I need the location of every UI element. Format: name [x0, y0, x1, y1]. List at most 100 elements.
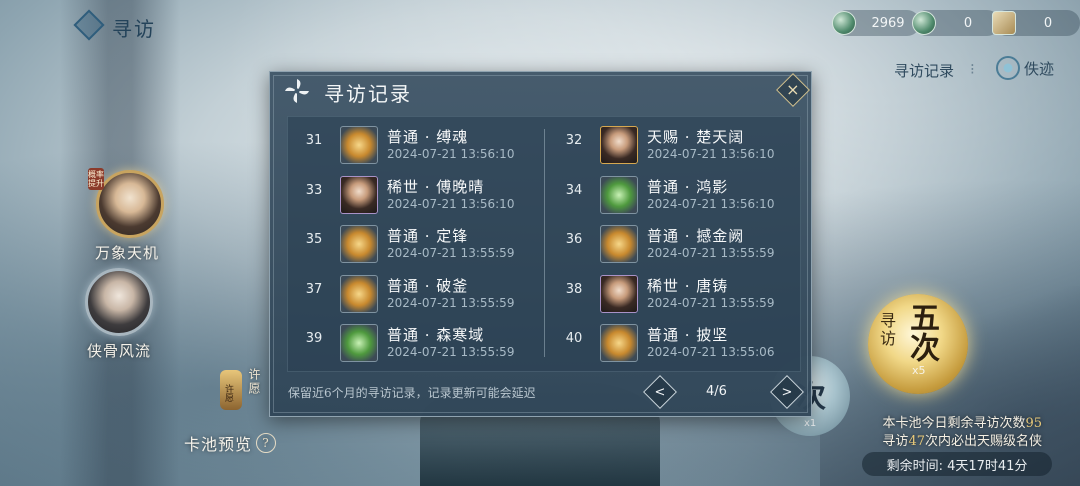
guarantee-prefix: 寻访 — [882, 434, 909, 449]
prev-page-button[interactable]: < — [643, 375, 677, 409]
record-row: 31 普通 · 缚魂 2024-07-21 13:56:10 — [288, 123, 538, 164]
top-bar: 寻访 2969 0 0 — [0, 0, 1080, 52]
record-number: 34 — [565, 182, 583, 198]
record-time: 2024-07-21 13:56:10 — [647, 147, 775, 161]
character-portrait-icon[interactable] — [600, 274, 638, 313]
record-time: 2024-07-21 13:56:10 — [387, 147, 515, 161]
record-name: 普通 · 破釜 — [387, 276, 469, 295]
seek-five-big-label: 五次 — [904, 302, 939, 362]
record-name: 普通 · 披坚 — [647, 326, 729, 344]
record-number: 32 — [565, 133, 583, 148]
currency-jade[interactable]: 2969 — [832, 10, 920, 36]
record-row: 38 稀世 · 唐铸 2024-07-21 13:55:59 — [548, 272, 798, 313]
martial-art-item-icon[interactable] — [340, 324, 378, 362]
currency-value: 2969 — [871, 15, 905, 31]
record-name: 普通 · 撼金阙 — [647, 227, 745, 245]
record-name: 天赐 · 楚天阔 — [647, 128, 745, 146]
martial-art-item-icon[interactable] — [340, 274, 378, 313]
remaining-seeks-text: 本卡池今日剩余寻访次数95 — [882, 412, 1042, 431]
probability-up-tag: 概率提升 — [88, 168, 104, 190]
currency-value: 0 — [963, 15, 973, 31]
pool-preview-button[interactable]: 卡池预览 ? — [184, 431, 277, 455]
record-name: 普通 · 森寒域 — [387, 326, 485, 344]
seek-five-button[interactable]: 寻访 五次 x5 — [868, 294, 968, 394]
record-name: 稀世 · 傅晚晴 — [387, 177, 485, 196]
dialog-header: 寻访记录 × — [270, 72, 811, 110]
record-row: 33 稀世 · 傅晚晴 2024-07-21 13:56:10 — [288, 173, 538, 214]
pool-label: 侠骨风流 — [86, 342, 151, 360]
record-number: 39 — [305, 331, 323, 346]
record-number: 36 — [565, 232, 583, 247]
jade-coin-icon — [832, 11, 856, 35]
wish-label: 许愿 — [247, 368, 261, 396]
record-number: 33 — [305, 182, 323, 198]
record-number: 38 — [565, 281, 583, 297]
page-indicator: 4/6 — [706, 384, 727, 399]
dialog-title: 寻访记录 — [324, 82, 412, 106]
record-row: 35 普通 · 定锋 2024-07-21 13:55:59 — [288, 222, 538, 263]
record-number: 35 — [305, 232, 323, 247]
record-time: 2024-07-21 13:55:59 — [387, 246, 515, 260]
record-time: 2024-07-21 13:56:10 — [387, 196, 515, 211]
lost-traces-button[interactable]: 佚迹 — [996, 56, 1054, 80]
next-page-button[interactable]: > — [770, 375, 804, 409]
help-icon: ? — [256, 433, 277, 453]
record-name: 普通 · 鸿影 — [647, 177, 729, 196]
eye-icon — [996, 56, 1020, 80]
record-time: 2024-07-21 13:55:06 — [647, 345, 775, 359]
pinwheel-icon — [285, 79, 309, 103]
record-time: 2024-07-21 13:55:59 — [647, 246, 775, 260]
green-coin-icon — [912, 11, 936, 35]
martial-art-item-icon[interactable] — [600, 324, 638, 362]
lantern-text: 许愿 — [223, 384, 233, 402]
separator: ⁝ — [970, 60, 975, 78]
record-list: 31 普通 · 缚魂 2024-07-21 13:56:10 32 天赐 · 楚天阔 20… — [287, 116, 801, 372]
close-button[interactable]: × — [776, 73, 810, 107]
record-row: 37 普通 · 破釜 2024-07-21 13:55:59 — [288, 272, 538, 313]
seek-five-count: x5 — [912, 364, 926, 377]
record-time: 2024-07-21 13:55:59 — [647, 295, 775, 310]
back-diamond-icon — [73, 9, 105, 41]
character-portrait-icon[interactable] — [340, 175, 378, 214]
page-title: 寻访 — [112, 17, 156, 41]
wish-button[interactable]: 许愿 许愿 — [218, 366, 270, 418]
pool-wanxiang[interactable]: 概率提升 万象天机 — [82, 168, 172, 263]
record-number: 40 — [565, 331, 583, 346]
record-name: 普通 · 缚魂 — [387, 128, 469, 146]
pool-avatar — [96, 170, 164, 238]
record-time: 2024-07-21 13:56:10 — [647, 196, 775, 211]
seek-record-dialog: 寻访记录 × 31 普通 · 缚魂 2024-07-21 13:56:10 32 天赐 … — [269, 71, 812, 417]
close-icon: × — [786, 80, 800, 99]
martial-art-item-icon[interactable] — [600, 175, 638, 214]
retention-note: 保留近6个月的寻访记录，记录更新可能会延迟 — [288, 386, 536, 400]
record-row: 34 普通 · 鸿影 2024-07-21 13:56:10 — [548, 173, 798, 214]
martial-art-item-icon[interactable] — [600, 225, 638, 263]
seek-once-count: x1 — [804, 418, 817, 429]
record-row: 39 普通 · 森寒域 2024-07-21 13:55:59 — [288, 321, 538, 362]
remaining-prefix: 本卡池今日剩余寻访次数 — [882, 416, 1026, 431]
lost-traces-label: 佚迹 — [1024, 59, 1055, 78]
martial-art-item-icon[interactable] — [340, 126, 378, 164]
character-portrait-icon[interactable] — [600, 126, 638, 164]
back-button[interactable] — [73, 9, 105, 41]
guarantee-text: 寻访47次内必出天赐级名侠 — [882, 430, 1042, 449]
currency-scroll[interactable]: 0 — [992, 10, 1080, 36]
chevron-right-icon: > — [781, 384, 793, 400]
scroll-ticket-icon — [992, 11, 1016, 35]
record-name: 稀世 · 唐铸 — [647, 276, 729, 295]
pool-avatar — [85, 268, 153, 336]
guarantee-count: 47 — [908, 434, 925, 449]
record-row: 40 普通 · 披坚 2024-07-21 13:55:06 — [548, 321, 798, 362]
record-link[interactable]: 寻访记录 — [894, 60, 954, 81]
currency-value: 0 — [1043, 15, 1053, 31]
remaining-time: 剩余时间: 4天17时41分 — [862, 452, 1052, 476]
record-time: 2024-07-21 13:55:59 — [387, 345, 515, 359]
pool-xiagu[interactable]: 侠骨风流 — [74, 268, 164, 361]
chevron-left-icon: < — [654, 384, 666, 400]
guarantee-suffix: 次内必出天赐级名侠 — [924, 434, 1042, 449]
currency-green[interactable]: 0 — [912, 10, 1000, 36]
record-number: 37 — [305, 281, 323, 297]
remaining-count: 95 — [1025, 416, 1042, 431]
martial-art-item-icon[interactable] — [340, 225, 378, 263]
seek-five-small-label: 寻访 — [877, 312, 896, 348]
